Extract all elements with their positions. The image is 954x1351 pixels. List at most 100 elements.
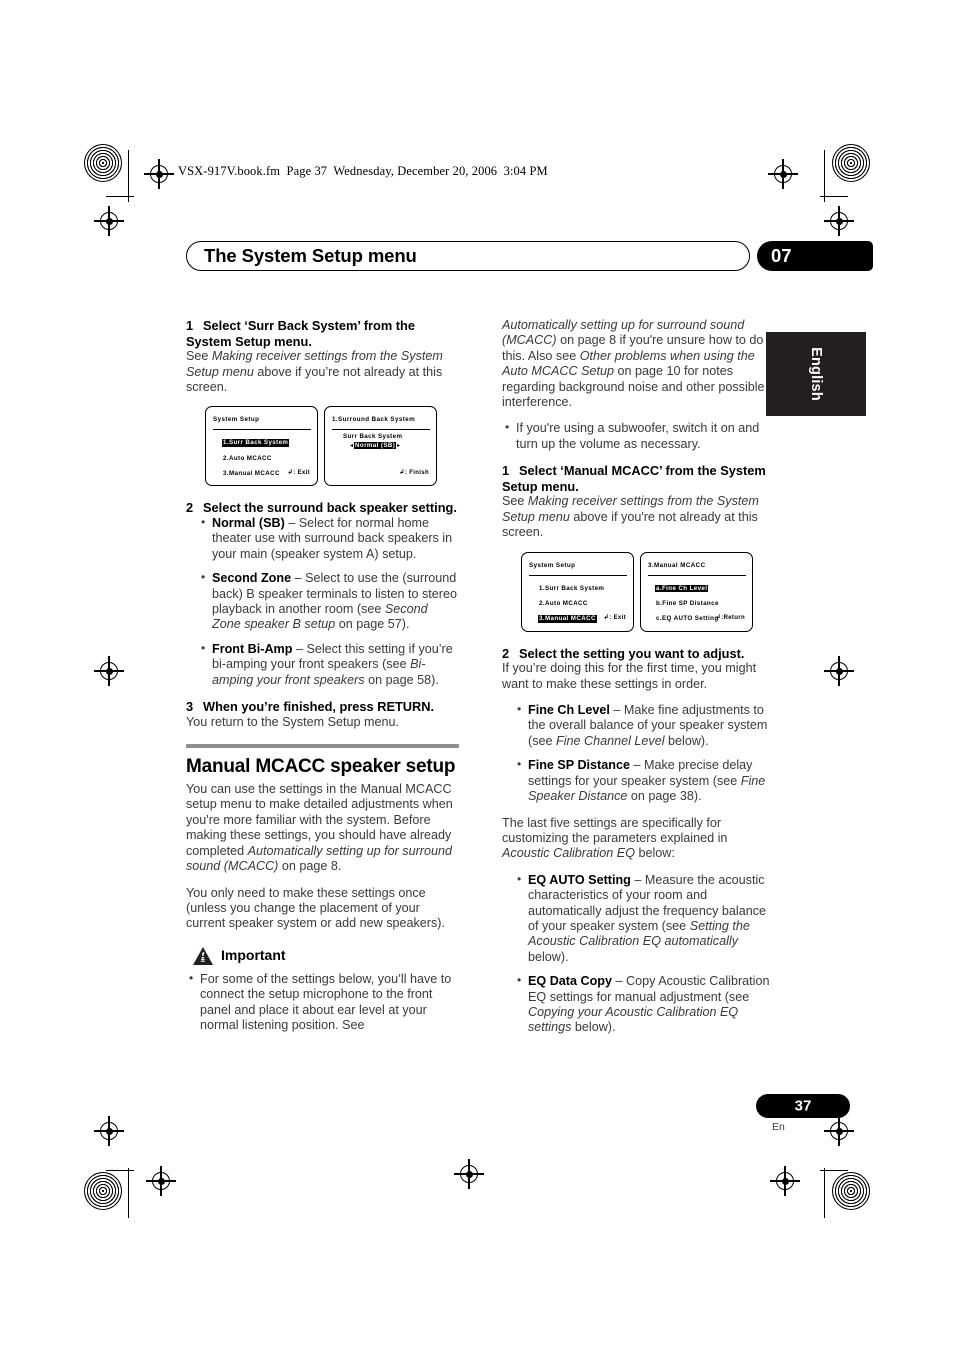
list-item: EQ Data Copy – Copy Acoustic Calibration… bbox=[514, 973, 775, 1036]
osd-footer-label: : Exit bbox=[609, 615, 626, 622]
crop-mark-right-horizontal bbox=[820, 196, 848, 197]
osd-menu-item[interactable]: 2.Auto MCACC bbox=[222, 455, 273, 463]
osd-footer-label: : Finish bbox=[404, 470, 429, 476]
left-step-3-heading: 3 When you’re finished, press RETURN. bbox=[186, 699, 459, 715]
bullet-term: Front Bi-Amp bbox=[212, 641, 293, 656]
crop-mark-bottom-left-vertical bbox=[128, 1168, 129, 1218]
right-step-2-note: The last five settings are specifically … bbox=[502, 816, 775, 862]
osd-menu-item[interactable]: 1.Surr Back System bbox=[538, 585, 605, 593]
right-step-1-title: Select ‘Manual MCACC’ from the System Se… bbox=[502, 463, 766, 494]
list-item: Front Bi-Amp – Select this setting if yo… bbox=[198, 641, 459, 688]
warning-triangle-icon bbox=[193, 946, 213, 965]
bullet-text-post: below). bbox=[664, 733, 709, 748]
osd-menu-item[interactable]: 3.Manual MCACC bbox=[222, 470, 281, 478]
page-number: 37 bbox=[794, 1097, 812, 1115]
right-step-1-heading: 1 Select ‘Manual MCACC’ from the System S… bbox=[502, 463, 775, 494]
osd-menu-item[interactable]: c.EQ AUTO Setting bbox=[655, 615, 720, 623]
bullet-text-post: on page 58). bbox=[364, 672, 439, 687]
osd-title: System Setup bbox=[213, 416, 260, 424]
note-em: Acoustic Calibration EQ bbox=[502, 846, 635, 861]
right-continuation-paragraph: Automatically setting up for surround so… bbox=[502, 318, 775, 410]
language-tab-label: English bbox=[808, 347, 824, 401]
halftone-circle-bottom-right bbox=[832, 1172, 870, 1210]
bullet-text-post: on page 38). bbox=[627, 789, 702, 804]
left-step-2-number: 2 bbox=[186, 500, 194, 516]
osd-menu-item[interactable]: 3.Manual MCACC bbox=[538, 615, 597, 623]
list-item: Fine Ch Level – Make fine adjustments to… bbox=[514, 702, 775, 749]
registration-mark-center-left bbox=[94, 656, 124, 686]
section-para-1-post: on page 8. bbox=[278, 859, 342, 874]
print-filename-header: VSX-917V.book.fm Page 37 Wednesday, Dece… bbox=[178, 164, 548, 178]
note-post: below: bbox=[635, 846, 675, 861]
osd-menu-item[interactable]: 2.Auto MCACC bbox=[538, 600, 589, 608]
right-step-2-bullets-2: EQ AUTO Setting – Measure the acoustic c… bbox=[502, 872, 775, 1036]
chapter-number-badge: 07 bbox=[757, 241, 873, 271]
osd-title: System Setup bbox=[529, 561, 576, 569]
registration-mark-lower-left bbox=[94, 1116, 124, 1146]
osd-screen-surround-back-system: 1.Surround Back System Surr Back System … bbox=[324, 406, 437, 487]
crop-mark-bottom-right-vertical bbox=[824, 1168, 825, 1218]
right-continuation-bullets: If you're using a subwoofer, switch it o… bbox=[502, 420, 775, 452]
crop-mark-bottom-right-horizontal bbox=[820, 1170, 848, 1171]
right-step-2-body: If you’re doing this for the first time,… bbox=[502, 661, 757, 691]
right-column: Automatically setting up for surround so… bbox=[502, 318, 775, 1047]
right-step-1-body-pre: See bbox=[502, 494, 528, 509]
osd-menu-item[interactable]: a.Fine Ch Level bbox=[655, 584, 709, 593]
left-step-3-body: You return to the System Setup menu. bbox=[186, 714, 400, 729]
left-column: 1 Select ‘Surr Back System’ from the Syst… bbox=[186, 318, 459, 1044]
bullet-term: Normal (SB) bbox=[212, 516, 285, 530]
halftone-circle-top-left bbox=[84, 144, 122, 182]
page-title: The System Setup menu bbox=[204, 245, 417, 266]
right-arrow-icon[interactable]: ▸ bbox=[397, 443, 400, 449]
section-heading: Manual MCACC speaker setup bbox=[186, 756, 456, 778]
left-step-1-heading: 1 Select ‘Surr Back System’ from the Syst… bbox=[186, 318, 459, 349]
registration-mark-bottom-right bbox=[770, 1166, 800, 1196]
bullet-text-post: on page 57). bbox=[335, 617, 410, 632]
osd-selected-value[interactable]: Normal (SB) bbox=[354, 441, 397, 450]
list-item: Normal (SB) – Select for normal home the… bbox=[198, 515, 459, 562]
osd-menu-item[interactable]: d.EQ Data Copy bbox=[655, 631, 709, 632]
osd-screen-manual-mcacc: 3.Manual MCACC a.Fine Ch Level b.Fine SP… bbox=[640, 551, 753, 632]
bullet-term: EQ AUTO Setting bbox=[528, 872, 631, 887]
registration-mark-bottom-left bbox=[146, 1166, 176, 1196]
crop-mark-right-vertical bbox=[824, 150, 825, 202]
osd-divider bbox=[213, 429, 311, 431]
osd-footer-label: :Return bbox=[721, 615, 745, 622]
osd-footer-hint: ↲: Exit bbox=[287, 465, 310, 481]
osd-menu-item[interactable]: 4.Manual SP Setup bbox=[538, 631, 602, 632]
osd-menu-item[interactable]: 4.Manual SP Setup bbox=[222, 486, 286, 487]
crop-mark-left-horizontal bbox=[106, 196, 134, 197]
right-osd-screens: System Setup 1.Surr Back System 2.Auto M… bbox=[521, 551, 775, 632]
important-heading: Important bbox=[192, 946, 459, 966]
right-step-1-body: See Making receiver settings from the Sy… bbox=[502, 494, 775, 540]
bullet-reference: Fine Channel Level bbox=[556, 733, 665, 748]
crop-mark-left-vertical bbox=[128, 150, 129, 202]
registration-mark-center-right bbox=[824, 656, 854, 686]
osd-setting-label: Surr Back System bbox=[343, 433, 403, 441]
registration-mark-mid-right bbox=[824, 206, 854, 236]
osd-footer-hint: ↲: Finish bbox=[399, 465, 429, 481]
crop-mark-bottom-left-horizontal bbox=[106, 1170, 134, 1171]
osd-title: 3.Manual MCACC bbox=[648, 561, 706, 569]
left-step-3-title: When you’re finished, press RETURN. bbox=[203, 699, 435, 715]
list-item: EQ AUTO Setting – Measure the acoustic c… bbox=[514, 872, 775, 965]
left-step-3-number: 3 bbox=[186, 699, 194, 715]
left-arrow-icon[interactable]: ◂ bbox=[350, 443, 353, 449]
halftone-circle-top-right bbox=[832, 144, 870, 182]
registration-mark-top-left bbox=[144, 159, 174, 189]
osd-menu-item[interactable]: b.Fine SP Distance bbox=[655, 600, 720, 608]
osd-divider bbox=[529, 574, 627, 576]
left-osd-screens: System Setup 1.Surr Back System 2.Auto M… bbox=[205, 406, 459, 487]
chapter-title-bar: The System Setup menu bbox=[186, 241, 750, 271]
right-step-2-bullets: Fine Ch Level – Make fine adjustments to… bbox=[502, 702, 775, 804]
left-step-2-bullets: Normal (SB) – Select for normal home the… bbox=[186, 515, 459, 688]
osd-screen-system-setup-manual: System Setup 1.Surr Back System 2.Auto M… bbox=[521, 551, 634, 632]
bullet-term: EQ Data Copy bbox=[528, 974, 612, 989]
bullet-term: Fine SP Distance bbox=[528, 758, 630, 773]
osd-menu-item[interactable]: 1.Surr Back System bbox=[222, 439, 290, 447]
list-item: For some of the settings below, you’ll h… bbox=[186, 971, 459, 1034]
page-language-code: En bbox=[772, 1121, 785, 1133]
registration-mark-lower-right bbox=[824, 1116, 854, 1146]
important-label: Important bbox=[221, 947, 286, 964]
left-step-1-body-pre: See bbox=[186, 349, 212, 364]
